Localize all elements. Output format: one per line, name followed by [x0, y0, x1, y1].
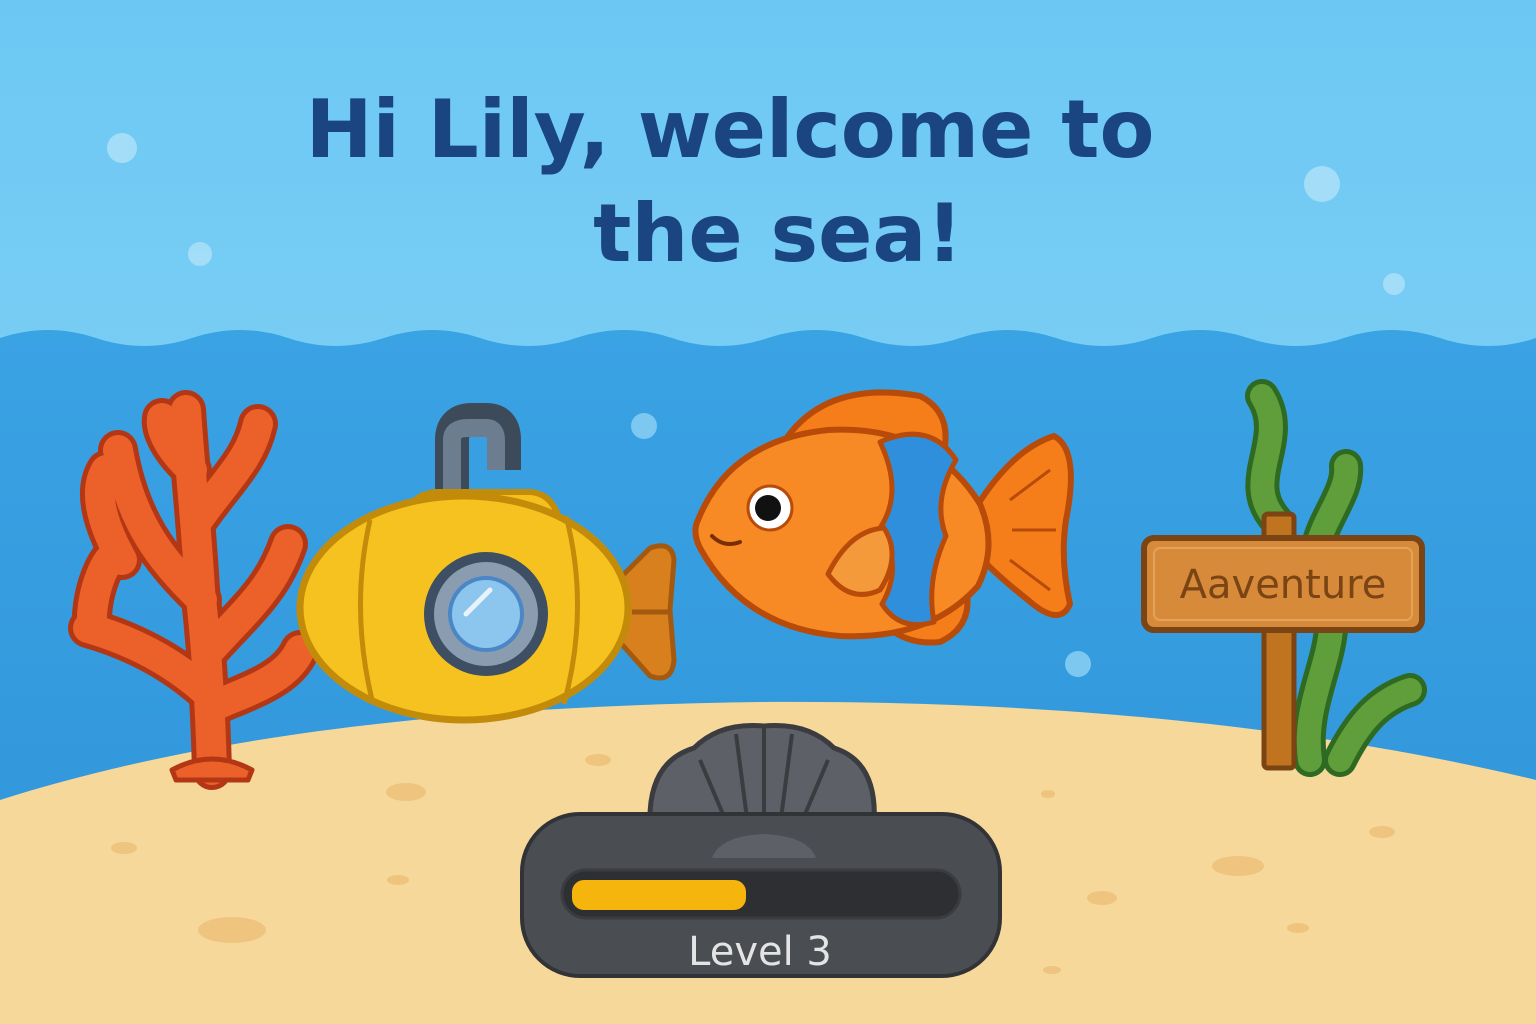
- level-label: Level 3: [688, 929, 832, 975]
- adventure-sign-label[interactable]: Aaventure: [1150, 548, 1416, 622]
- welcome-line-2: the sea!: [593, 187, 963, 280]
- welcome-heading: Hi Lily, welcome to the sea!: [0, 78, 1460, 286]
- welcome-line-1: Hi Lily, welcome to: [305, 83, 1155, 176]
- game-scene: Hi Lily, welcome to the sea! Aaventure L…: [0, 0, 1536, 1024]
- progress-fill: [572, 880, 746, 910]
